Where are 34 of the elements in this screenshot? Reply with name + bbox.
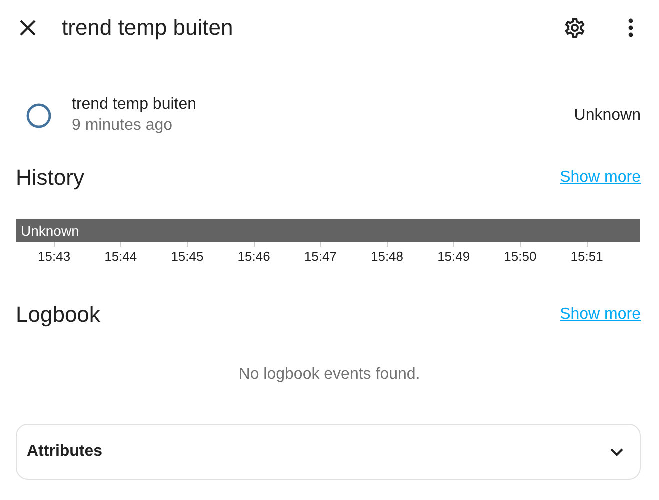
tick-mark xyxy=(520,242,521,247)
time-label: 15:48 xyxy=(370,249,404,264)
time-label: 15:50 xyxy=(504,249,537,264)
time-label: 15:47 xyxy=(304,249,337,264)
dialog-title: trend temp buiten xyxy=(62,15,234,41)
time-label: 15:49 xyxy=(438,249,470,264)
tick-mark xyxy=(453,242,454,247)
settings-icon xyxy=(563,16,587,40)
show-more-link[interactable]: Show more xyxy=(560,169,641,187)
section-title: History xyxy=(16,165,84,191)
close-icon xyxy=(19,19,37,37)
tick-mark xyxy=(320,242,322,247)
circle-icon xyxy=(26,102,52,128)
timeline-label: Unknown xyxy=(21,222,80,238)
tick-mark xyxy=(386,242,388,247)
time-label: 15:46 xyxy=(238,249,270,264)
time-label: 15:43 xyxy=(38,249,71,264)
tick-mark xyxy=(186,242,188,247)
tick-mark xyxy=(120,242,122,247)
attributes-expander[interactable]: Attributes xyxy=(16,424,641,480)
tick-mark xyxy=(54,242,55,247)
time-label: 15:51 xyxy=(570,249,604,264)
section-title: Logbook xyxy=(16,302,100,328)
tick-mark xyxy=(254,242,255,247)
empty-message: No logbook events found. xyxy=(238,366,420,384)
show-more-link[interactable]: Show more xyxy=(560,306,641,324)
entity-state: Unknown xyxy=(574,106,641,124)
time-label: 15:45 xyxy=(171,249,204,264)
chevron-icon xyxy=(610,448,624,456)
time-label: 15:44 xyxy=(104,249,138,264)
more-icon xyxy=(628,18,634,38)
tick-mark xyxy=(586,242,588,247)
last-changed-time: 9 minutes ago xyxy=(72,117,174,135)
entity-name: trend temp buiten xyxy=(72,96,198,114)
